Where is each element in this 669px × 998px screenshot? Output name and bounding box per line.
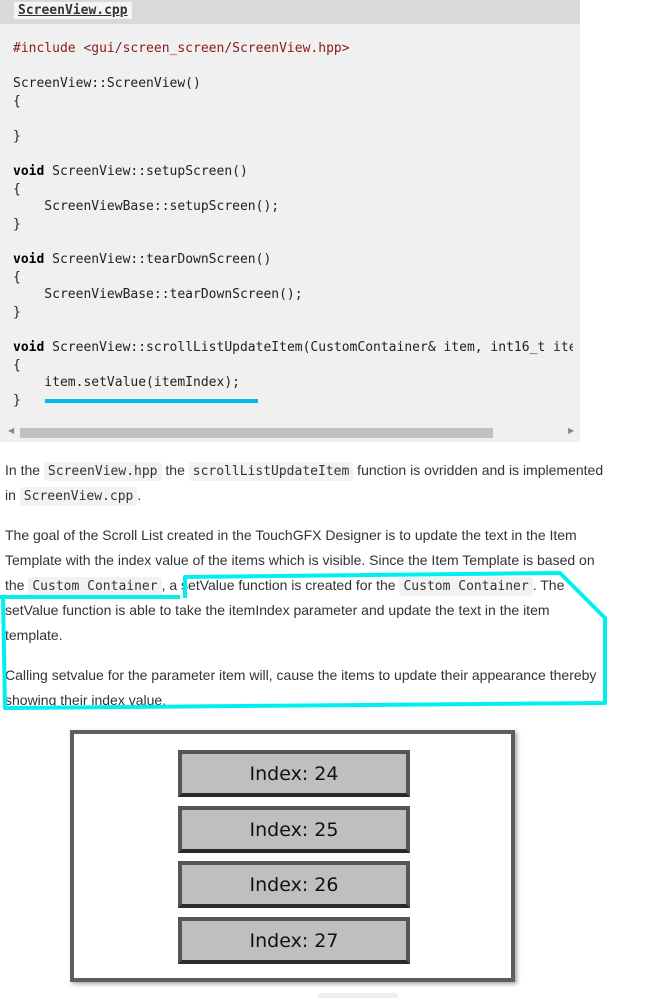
code-line: } — [13, 392, 573, 410]
code-token: item.setValue(itemIndex); — [13, 375, 240, 391]
code-token: ScreenView::scrollListUpdateItem(CustomC… — [44, 340, 573, 356]
code-token: ScreenView::tearDownScreen() — [44, 252, 272, 268]
scroll-left-arrow-icon[interactable]: ◀ — [8, 426, 14, 435]
text: . — [137, 487, 142, 503]
code-line: ScreenView::ScreenView() — [13, 75, 573, 93]
code-token: } — [13, 216, 21, 232]
paragraph-2: The goal of the Scroll List created in t… — [5, 523, 605, 648]
paragraph-1: In the ScreenView.hpp the scrollListUpda… — [5, 458, 605, 508]
inline-code: Custom Container — [399, 577, 533, 596]
code-token: ScreenViewBase::setupScreen(); — [13, 199, 280, 215]
code-line: } — [13, 128, 573, 146]
code-block: ScreenView.cpp #include <gui/screen_scre… — [0, 0, 580, 442]
code-line: item.setValue(itemIndex); — [13, 374, 573, 392]
code-line: } — [13, 216, 573, 234]
code-token: #include <gui/screen_screen/ScreenView.h… — [13, 41, 350, 56]
inline-code: ScreenView.hpp — [43, 462, 162, 481]
code-token: { — [13, 181, 21, 197]
code-line: void ScreenView::tearDownScreen() — [13, 251, 573, 269]
code-line: void ScreenView::scrollListUpdateItem(Cu… — [13, 339, 573, 357]
code-token: void — [13, 252, 45, 268]
next-image-edge — [318, 993, 398, 998]
code-line: #include <gui/screen_screen/ScreenView.h… — [13, 40, 573, 58]
code-filename-link[interactable]: ScreenView.cpp — [14, 2, 132, 19]
code-token: { — [13, 357, 21, 373]
code-line: void ScreenView::setupScreen() — [13, 163, 573, 181]
code-header: ScreenView.cpp — [0, 0, 580, 24]
code-token: void — [13, 164, 45, 180]
scroll-list-screenshot: Index: 24 Index: 25 Index: 26 Index: 27 — [70, 730, 515, 982]
inline-code: scrollListUpdateItem — [188, 462, 354, 481]
code-token: { — [13, 269, 21, 285]
code-token: void — [13, 340, 45, 356]
code-token: ScreenView::setupScreen() — [44, 164, 248, 180]
code-token: } — [13, 392, 21, 408]
code-token: ScreenView::ScreenView() — [13, 76, 201, 92]
paragraph-3: Calling setvalue for the parameter item … — [5, 667, 597, 708]
code-content: #include <gui/screen_screen/ScreenView.h… — [13, 40, 573, 409]
code-token: } — [13, 128, 21, 144]
horizontal-scrollbar[interactable]: ◀ ▶ — [0, 426, 580, 440]
code-line: ScreenViewBase::tearDownScreen(); — [13, 286, 573, 304]
code-line: } — [13, 304, 573, 322]
list-item: Index: 24 — [178, 750, 410, 797]
scrollbar-thumb[interactable] — [20, 428, 493, 438]
code-line: ScreenViewBase::setupScreen(); — [13, 198, 573, 216]
code-line: { — [13, 269, 573, 287]
code-token: } — [13, 304, 21, 320]
code-token: ScreenViewBase::tearDownScreen(); — [13, 287, 303, 303]
inline-code: ScreenView.cpp — [19, 487, 138, 506]
code-line: { — [13, 357, 573, 375]
text: the — [161, 462, 189, 478]
code-line: { — [13, 181, 573, 199]
scroll-right-arrow-icon[interactable]: ▶ — [568, 426, 574, 435]
list-item: Index: 26 — [178, 861, 410, 908]
article-text: In the ScreenView.hpp the scrollListUpda… — [5, 458, 605, 728]
code-line: { — [13, 93, 573, 111]
list-item: Index: 25 — [178, 806, 410, 853]
text: In the — [5, 462, 44, 478]
inline-code: Custom Container — [28, 577, 162, 596]
code-token: { — [13, 93, 21, 109]
list-item: Index: 27 — [178, 917, 410, 964]
text: , a setValue function is created for the — [161, 577, 400, 593]
